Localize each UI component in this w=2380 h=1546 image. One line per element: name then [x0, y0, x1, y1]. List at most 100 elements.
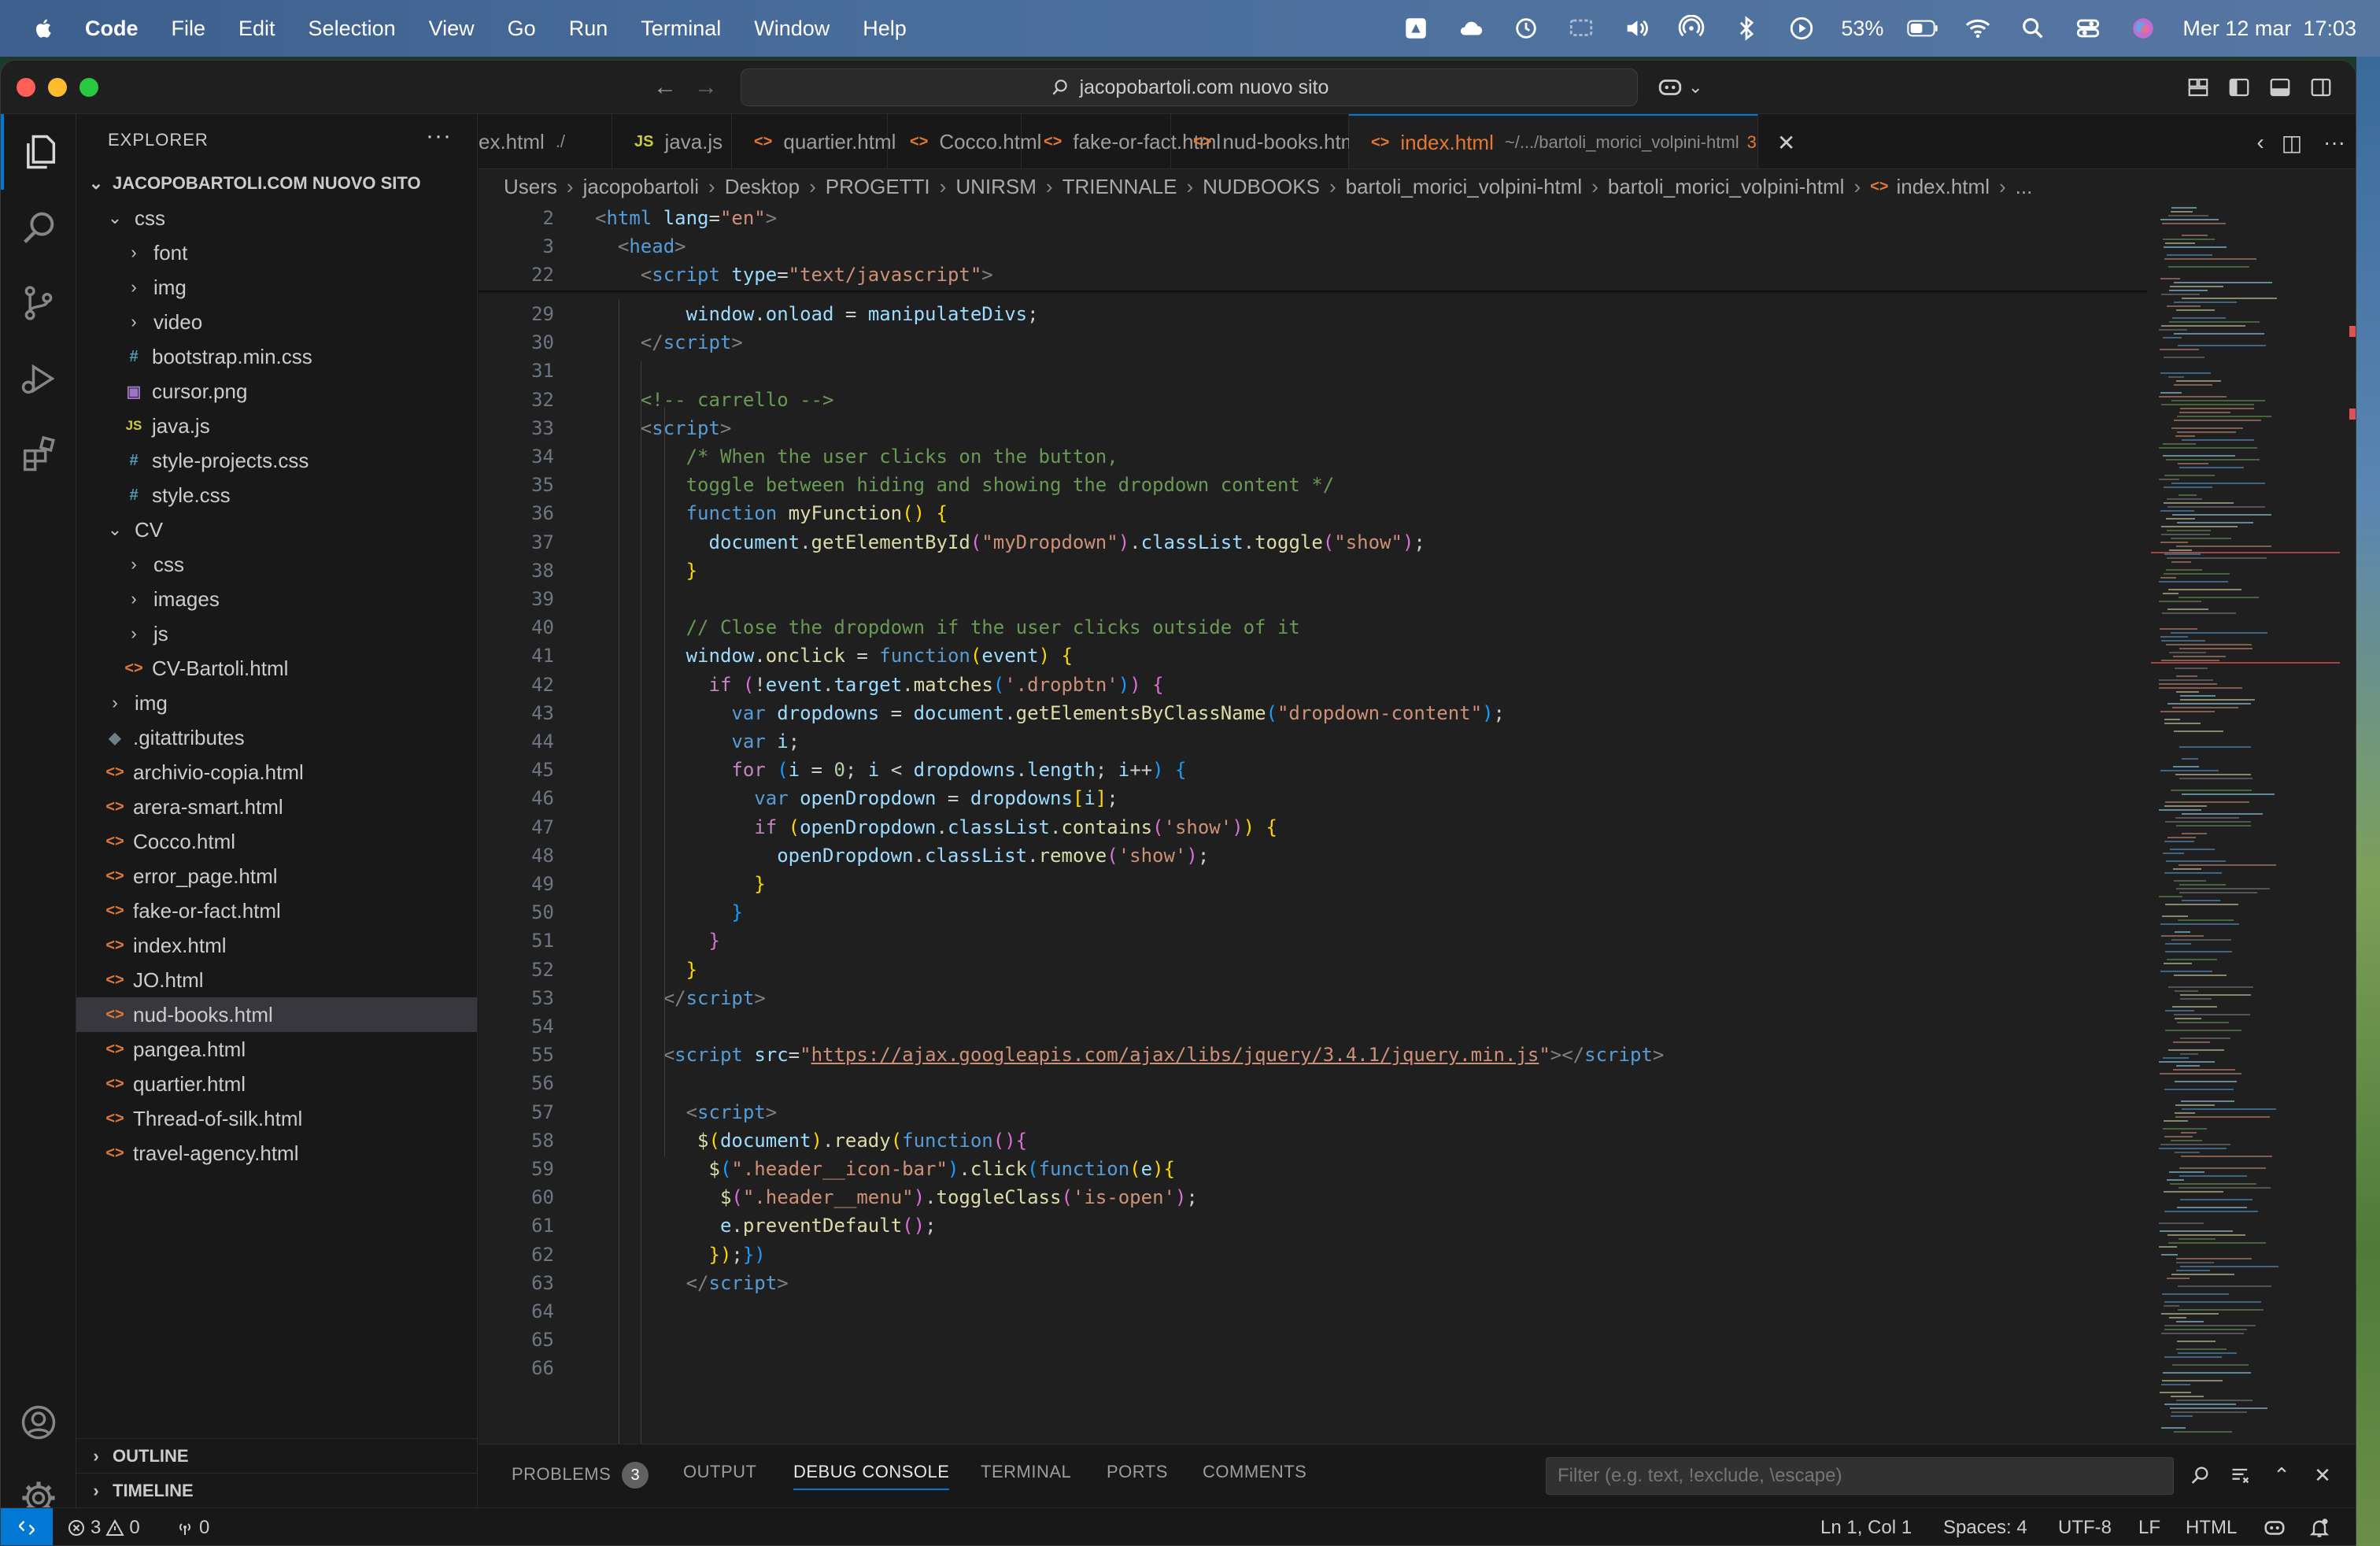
tab-ports[interactable]: PORTS [1107, 1462, 1168, 1482]
nav-forward-arrow-icon[interactable]: → [692, 73, 720, 102]
breadcrumb-item[interactable]: UNIRSM [955, 175, 1037, 199]
window-zoom-button[interactable] [79, 78, 98, 97]
tree-file[interactable]: <> JO.html [76, 963, 477, 997]
breadcrumb-item[interactable]: bartoli_morici_volpini-html [1608, 175, 1845, 199]
end-of-line[interactable]: LF [2138, 1508, 2160, 1545]
search-icon[interactable] [1, 190, 76, 265]
close-tab-icon[interactable]: ✕ [1777, 130, 1795, 156]
tree-file[interactable]: <> CV-Bartoli.html [76, 651, 477, 686]
find-icon[interactable] [2186, 1462, 2213, 1489]
play-circle-icon[interactable] [1786, 13, 1817, 44]
breadcrumb-item[interactable]: ... [2016, 175, 2033, 199]
tab-problems[interactable]: PROBLEMS 3 [512, 1462, 649, 1489]
tree-folder[interactable]: › js [76, 616, 477, 651]
tree-file[interactable]: # style.css [76, 478, 477, 512]
tree-file[interactable]: ▣ cursor.png [76, 374, 477, 409]
indentation-spaces[interactable]: Spaces: 4 [1943, 1508, 2027, 1545]
cursor-position[interactable]: Ln 1, Col 1 [1820, 1508, 1912, 1545]
tab-comments[interactable]: COMMENTS [1203, 1462, 1306, 1482]
debug-console-filter-input[interactable] [1546, 1457, 2174, 1495]
editor-tab[interactable]: ex.html ./ [479, 114, 612, 168]
tab-debug-console[interactable]: DEBUG CONSOLE [793, 1462, 950, 1490]
tree-folder[interactable]: ⌄ CV [76, 512, 477, 547]
editor-tab[interactable]: <> quartier.html [732, 114, 896, 168]
menu-window[interactable]: Window [754, 17, 830, 41]
timeline-section[interactable]: › TIMELINE [76, 1473, 477, 1507]
tree-file[interactable]: ◆ .gitattributes [76, 720, 477, 755]
editor-tab[interactable]: <> fake-or-fact.html [1022, 114, 1221, 168]
run-and-debug-icon[interactable] [1, 341, 76, 416]
language-mode[interactable]: HTML [2186, 1508, 2237, 1545]
editor-tab[interactable]: JS java.js [612, 114, 732, 168]
close-panel-icon[interactable]: ✕ [2309, 1462, 2336, 1489]
nav-back-arrow-icon[interactable]: ← [651, 73, 679, 102]
drive-icon[interactable] [1400, 13, 1432, 44]
breadcrumb-item[interactable]: index.html [1896, 175, 1990, 199]
more-tab-actions-icon[interactable]: ··· [2320, 128, 2349, 157]
explorer-files-icon[interactable] [1, 114, 76, 190]
code-editor[interactable]: 2 <html lang="en"> 3 <head> 22 <script type… [479, 204, 2356, 1444]
command-center-search[interactable]: jacopobartoli.com nuovo sito [741, 68, 1638, 106]
menu-run[interactable]: Run [569, 17, 608, 41]
copilot-menu-button[interactable]: ⌄ [1657, 72, 1702, 103]
breadcrumb-item[interactable]: jacopobartoli [583, 175, 699, 199]
minimap[interactable] [2151, 204, 2356, 1444]
tree-folder[interactable]: › images [76, 582, 477, 616]
tree-file[interactable]: <> nud-books.html [76, 997, 477, 1032]
source-control-icon[interactable] [1, 265, 76, 341]
menu-selection[interactable]: Selection [309, 17, 396, 41]
editor-tab[interactable]: <> Cocco.html [888, 114, 1041, 168]
breadcrumb-item[interactable]: bartoli_morici_volpini-html [1346, 175, 1583, 199]
tree-folder[interactable]: › video [76, 305, 477, 339]
window-close-button[interactable] [17, 78, 35, 97]
breadcrumb-item[interactable]: NUDBOOKS [1203, 175, 1320, 199]
tree-folder[interactable]: › img [76, 686, 477, 720]
tree-file[interactable]: # bootstrap.min.css [76, 339, 477, 374]
menu-app-name[interactable]: Code [85, 17, 139, 41]
tree-file[interactable]: # style-projects.css [76, 443, 477, 478]
toggle-panel-icon[interactable] [2266, 73, 2294, 102]
clear-console-icon[interactable] [2227, 1462, 2254, 1489]
menu-terminal[interactable]: Terminal [641, 17, 721, 41]
tree-file[interactable]: <> archivio-copia.html [76, 755, 477, 790]
time-machine-icon[interactable] [1510, 13, 1542, 44]
breadcrumb-item[interactable]: Desktop [725, 175, 800, 199]
menu-view[interactable]: View [429, 17, 475, 41]
spotlight-search-icon[interactable] [2017, 13, 2049, 44]
outline-section[interactable]: › OUTLINE [76, 1438, 477, 1473]
battery-icon[interactable] [1907, 13, 1938, 44]
tree-folder[interactable]: ⌄ css [76, 201, 477, 235]
menu-help[interactable]: Help [863, 17, 907, 41]
ports-status[interactable]: 0 [176, 1508, 209, 1545]
tree-file[interactable]: <> error_page.html [76, 859, 477, 893]
breadcrumb-item[interactable]: PROGETTI [826, 175, 930, 199]
window-minimize-button[interactable] [48, 78, 67, 97]
tab-output[interactable]: OUTPUT [683, 1462, 756, 1482]
maximize-panel-chevron-up-icon[interactable]: ⌃ [2268, 1462, 2295, 1489]
more-actions-icon[interactable]: ··· [426, 124, 452, 148]
breadcrumb-item[interactable]: Users [504, 175, 557, 199]
bluetooth-icon[interactable] [1731, 13, 1762, 44]
menu-file[interactable]: File [172, 17, 206, 41]
accounts-icon[interactable] [1, 1385, 76, 1460]
workspace-root-folder[interactable]: ⌄ JACOPOBARTOLI.COM NUOVO SITO [76, 166, 477, 201]
cloud-icon[interactable] [1455, 13, 1487, 44]
menu-edit[interactable]: Edit [238, 17, 275, 41]
wifi-icon[interactable] [1962, 13, 1994, 44]
extensions-icon[interactable] [1, 416, 76, 492]
tree-file[interactable]: <> arera-smart.html [76, 790, 477, 824]
toggle-primary-sidebar-icon[interactable] [2225, 73, 2253, 102]
toggle-secondary-sidebar-icon[interactable] [2307, 73, 2335, 102]
tree-file[interactable]: <> travel-agency.html [76, 1136, 477, 1171]
file-encoding[interactable]: UTF-8 [2058, 1508, 2112, 1545]
copilot-status-icon[interactable] [2263, 1508, 2286, 1545]
tree-file[interactable]: <> pangea.html [76, 1032, 477, 1067]
tree-folder[interactable]: › font [76, 235, 477, 270]
editor-tab[interactable]: <> nud-books.html [1171, 114, 1362, 168]
tree-file[interactable]: <> Thread-of-silk.html [76, 1101, 477, 1136]
tab-terminal[interactable]: TERMINAL [981, 1462, 1071, 1482]
remote-indicator-icon[interactable] [1, 1508, 53, 1545]
customize-layout-icon[interactable] [2184, 73, 2212, 102]
tree-file[interactable]: <> Cocco.html [76, 824, 477, 859]
airdrop-icon[interactable] [1676, 13, 1707, 44]
